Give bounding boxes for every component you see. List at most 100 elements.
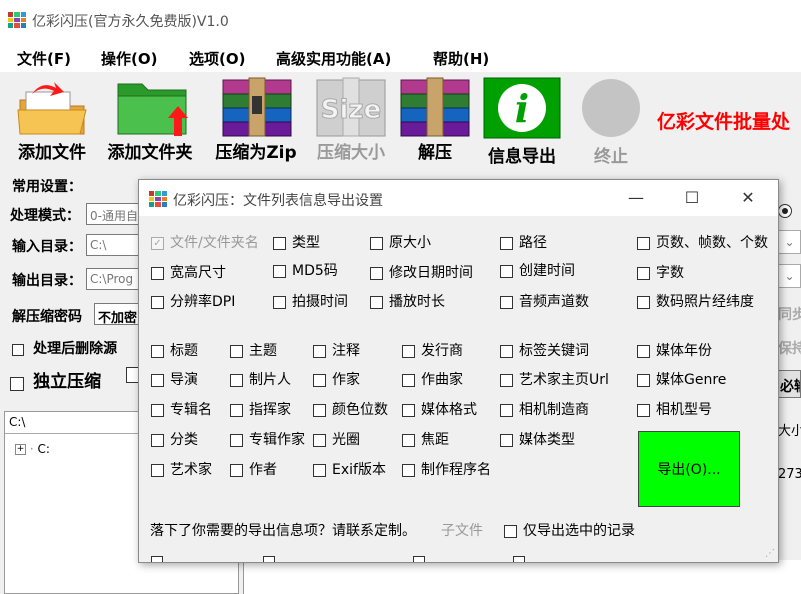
only-selected-box[interactable] <box>504 524 517 538</box>
menu-file[interactable]: 文件(F) <box>17 48 71 69</box>
export-option-checkbox[interactable]: 修改日期时间 <box>370 262 473 282</box>
resize-grip-icon[interactable]: ⋰ <box>765 548 775 559</box>
checkbox-box[interactable] <box>230 463 243 477</box>
export-option-checkbox[interactable]: 专辑作家 <box>230 429 305 449</box>
export-option-checkbox[interactable]: 作家 <box>313 369 360 389</box>
export-option-checkbox[interactable]: 作曲家 <box>402 369 463 389</box>
export-option-checkbox[interactable]: 主题 <box>230 340 277 360</box>
checkbox-box[interactable] <box>273 236 286 250</box>
checkbox-box[interactable] <box>402 344 415 358</box>
export-option-checkbox[interactable]: 类型 <box>273 232 320 252</box>
checkbox-box[interactable] <box>637 266 650 280</box>
standalone-box[interactable] <box>10 376 24 391</box>
checkbox-box[interactable]: ✓ <box>151 236 164 250</box>
export-option-checkbox[interactable]: 拍摄时间 <box>273 291 348 311</box>
compress-size-button[interactable]: Size 压缩大小 <box>311 76 391 166</box>
checkbox-box[interactable] <box>370 236 383 250</box>
file-list-area[interactable] <box>243 560 801 594</box>
checkbox-box[interactable] <box>313 433 326 447</box>
checkbox-box[interactable] <box>151 373 164 387</box>
checkbox-box[interactable] <box>313 344 326 358</box>
checkbox-box[interactable] <box>500 433 513 447</box>
add-file-button[interactable]: 添加文件 <box>10 76 94 166</box>
checkbox-box[interactable] <box>313 373 326 387</box>
export-option-checkbox[interactable]: 播放时长 <box>370 291 445 311</box>
checkbox-box[interactable] <box>370 295 383 309</box>
export-option-checkbox[interactable]: 数码照片经纬度 <box>637 291 754 311</box>
export-option-checkbox[interactable]: 艺术家主页Url <box>500 369 609 389</box>
tree-node-c[interactable]: + · C: <box>15 442 50 456</box>
export-option-checkbox[interactable]: 指挥家 <box>230 399 291 419</box>
right-button[interactable]: 必输 <box>778 370 801 398</box>
export-option-checkbox[interactable]: 标签关键词 <box>500 340 589 360</box>
standalone-checkbox[interactable]: 独立压缩 <box>10 367 101 392</box>
menu-advanced[interactable]: 高级实用功能(A) <box>276 48 391 69</box>
checkbox-box[interactable] <box>230 344 243 358</box>
export-option-checkbox[interactable]: 媒体Genre <box>637 369 726 389</box>
checkbox-box[interactable] <box>273 295 286 309</box>
checkbox-box[interactable] <box>637 403 650 417</box>
compress-zip-button[interactable]: 压缩为Zip <box>211 76 301 166</box>
export-option-checkbox[interactable]: 分辨率DPI <box>151 291 235 311</box>
export-option-checkbox[interactable]: 专辑名 <box>151 399 212 419</box>
delete-source-checkbox[interactable]: 处理后删除源 <box>12 338 117 358</box>
info-export-button[interactable]: i 信息导出 <box>480 76 564 167</box>
export-option-checkbox[interactable]: ✓ 文件/文件夹名 <box>151 232 259 252</box>
checkbox-box[interactable] <box>230 433 243 447</box>
export-option-checkbox[interactable]: 路径 <box>500 232 547 252</box>
export-option-checkbox[interactable]: 相机型号 <box>637 399 712 419</box>
export-option-checkbox[interactable]: 制作程序名 <box>402 459 491 479</box>
output-dir-field[interactable]: C:\Prog <box>86 268 146 290</box>
delete-source-box[interactable] <box>12 343 24 356</box>
export-option-checkbox[interactable]: 发行商 <box>402 340 463 360</box>
export-option-checkbox[interactable]: 颜色位数 <box>313 399 388 419</box>
checkbox-box[interactable] <box>230 373 243 387</box>
extract-button[interactable]: 解压 <box>397 76 473 166</box>
export-option-checkbox[interactable]: 标题 <box>151 340 198 360</box>
menu-options[interactable]: 选项(O) <box>189 48 245 69</box>
export-option-checkbox[interactable]: 注释 <box>313 340 360 360</box>
right-dropdown-2[interactable]: ⌄ <box>778 264 801 288</box>
checkbox-box[interactable] <box>402 433 415 447</box>
export-option-checkbox[interactable]: 媒体格式 <box>402 399 477 419</box>
stop-button[interactable]: 终止 <box>578 76 644 167</box>
export-option-checkbox[interactable]: 相机制造商 <box>500 399 589 419</box>
mode-select[interactable]: 0-通用自 <box>86 203 146 225</box>
export-button[interactable]: 导出(O)... <box>638 431 740 507</box>
checkbox-box[interactable] <box>230 403 243 417</box>
checkbox-box[interactable] <box>637 373 650 387</box>
checkbox-box[interactable] <box>500 236 513 250</box>
checkbox-box[interactable] <box>151 344 164 358</box>
export-option-checkbox[interactable]: 制片人 <box>230 369 291 389</box>
maximize-icon[interactable]: ☐ <box>669 186 715 210</box>
export-option-checkbox[interactable]: 音频声道数 <box>500 291 589 311</box>
checkbox-box[interactable] <box>637 295 650 309</box>
checkbox-box[interactable] <box>402 463 415 477</box>
checkbox-box[interactable] <box>500 264 513 278</box>
export-option-checkbox[interactable]: MD5码 <box>273 260 338 280</box>
checkbox-box[interactable] <box>402 403 415 417</box>
add-folder-button[interactable]: 添加文件夹 <box>102 76 198 166</box>
checkbox-box[interactable] <box>313 463 326 477</box>
checkbox-box[interactable] <box>151 266 164 280</box>
export-option-checkbox[interactable]: 原大小 <box>370 232 431 252</box>
only-selected-checkbox[interactable]: 仅导出选中的记录 <box>504 520 635 540</box>
checkbox-box[interactable] <box>151 295 164 309</box>
checkbox-box[interactable] <box>500 403 513 417</box>
checkbox-box[interactable] <box>370 266 383 280</box>
export-option-checkbox[interactable]: 宽高尺寸 <box>151 262 226 282</box>
minimize-icon[interactable]: — <box>613 186 659 210</box>
menu-help[interactable]: 帮助(H) <box>433 48 489 69</box>
checkbox-box[interactable] <box>500 373 513 387</box>
export-option-checkbox[interactable]: 艺术家 <box>151 459 212 479</box>
export-option-checkbox[interactable]: 导演 <box>151 369 198 389</box>
export-option-checkbox[interactable]: 媒体类型 <box>500 429 575 449</box>
close-icon[interactable]: ✕ <box>725 186 771 210</box>
export-option-checkbox[interactable]: 作者 <box>230 459 277 479</box>
export-option-checkbox[interactable]: 分类 <box>151 429 198 449</box>
checkbox-box[interactable] <box>637 236 650 250</box>
export-option-checkbox[interactable]: 页数、帧数、个数 <box>637 232 768 252</box>
export-option-checkbox[interactable]: 媒体年份 <box>637 340 712 360</box>
checkbox-box[interactable] <box>500 295 513 309</box>
expand-icon[interactable]: + <box>15 444 26 455</box>
